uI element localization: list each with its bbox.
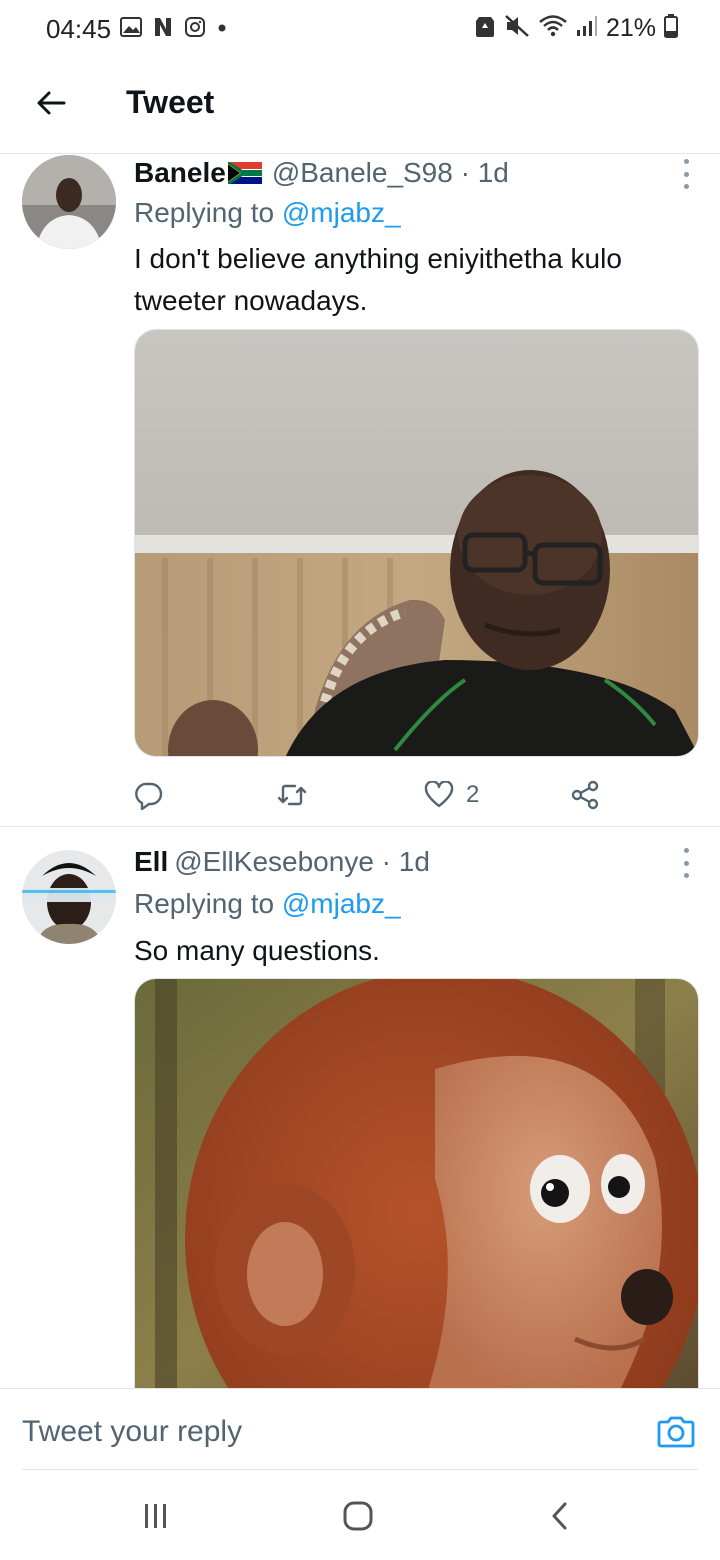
- tweet-header: Ell @EllKesebonye · 1d: [134, 846, 430, 878]
- retweet-button[interactable]: [276, 775, 308, 815]
- notification-dot-icon: [216, 21, 228, 39]
- author-name[interactable]: Banele: [134, 157, 226, 189]
- more-options-button[interactable]: [680, 159, 692, 189]
- camera-button[interactable]: [656, 1411, 696, 1451]
- wifi-icon: [538, 14, 568, 43]
- replying-prefix: Replying to: [134, 197, 282, 228]
- share-icon: [571, 780, 599, 810]
- retweet-icon: [277, 784, 307, 806]
- home-icon: [343, 1501, 373, 1531]
- system-nav-bar: [0, 1470, 720, 1560]
- status-right-icons: 21%: [474, 14, 678, 43]
- tweet-text: So many questions.: [134, 935, 380, 966]
- tweet[interactable]: Ell @EllKesebonye · 1d Replying to @mjab…: [0, 828, 720, 1398]
- battery-icon: [664, 14, 678, 43]
- recents-icon: [145, 1504, 166, 1528]
- app-header: Tweet: [0, 60, 720, 154]
- replying-to: Replying to @mjabz_: [134, 197, 401, 229]
- page-title: Tweet: [126, 84, 215, 120]
- recycle-icon: [474, 14, 496, 43]
- back-button[interactable]: [28, 80, 74, 126]
- like-count: 2: [466, 781, 480, 808]
- dot: [683, 873, 689, 878]
- back-icon: [552, 1502, 567, 1530]
- dot: [683, 860, 689, 866]
- reply-icon: [135, 782, 163, 810]
- netflix-n-icon: [152, 16, 174, 43]
- status-bar: 04:45 21%: [0, 0, 720, 60]
- reply-composer: [0, 1388, 720, 1470]
- replying-to: Replying to @mjabz_: [134, 888, 401, 920]
- battery-percent: 21%: [605, 14, 656, 42]
- dot: [683, 848, 689, 853]
- mention-link[interactable]: @mjabz_: [282, 888, 401, 919]
- author-handle-time: @EllKesebonye · 1d: [174, 846, 430, 877]
- author-handle-time: @Banele_S98 · 1d: [271, 157, 509, 188]
- replying-prefix: Replying to: [134, 888, 282, 919]
- signal-icon: [576, 14, 598, 43]
- avatar[interactable]: [22, 155, 116, 249]
- status-time: 04:45: [46, 14, 112, 44]
- like-button[interactable]: 2: [424, 775, 479, 815]
- south-africa-flag-icon: [227, 162, 262, 184]
- dot: [683, 171, 689, 177]
- tweet-media-photo[interactable]: [134, 978, 699, 1398]
- camera-icon: [657, 1416, 695, 1448]
- nav-back-button[interactable]: [540, 1498, 580, 1534]
- dot: [683, 159, 689, 164]
- more-options-button[interactable]: [680, 848, 692, 878]
- tweet-media-photo[interactable]: [134, 329, 699, 757]
- mention-link[interactable]: @mjabz_: [282, 197, 401, 228]
- tweet-header: Banele @Banele_S98 · 1d: [134, 157, 509, 189]
- arrow-left-icon: [37, 91, 66, 115]
- status-left-icons: [120, 16, 228, 43]
- gallery-icon: [120, 17, 142, 42]
- tweet[interactable]: Banele @Banele_S98 · 1d Replying to @mja…: [0, 155, 720, 827]
- instagram-icon: [184, 16, 206, 43]
- recents-button[interactable]: [136, 1498, 176, 1534]
- home-button[interactable]: [338, 1498, 378, 1534]
- dot: [683, 184, 689, 189]
- reply-button[interactable]: [134, 775, 164, 815]
- author-name[interactable]: Ell: [134, 846, 168, 878]
- share-button[interactable]: [570, 775, 600, 815]
- reply-input[interactable]: [22, 1415, 582, 1449]
- heart-icon: [424, 781, 454, 808]
- avatar[interactable]: [22, 850, 116, 944]
- mute-icon: [504, 14, 530, 43]
- tweet-actions: 2: [134, 775, 614, 815]
- tweet-text: I don't believe anything eniyithetha kul…: [134, 243, 622, 316]
